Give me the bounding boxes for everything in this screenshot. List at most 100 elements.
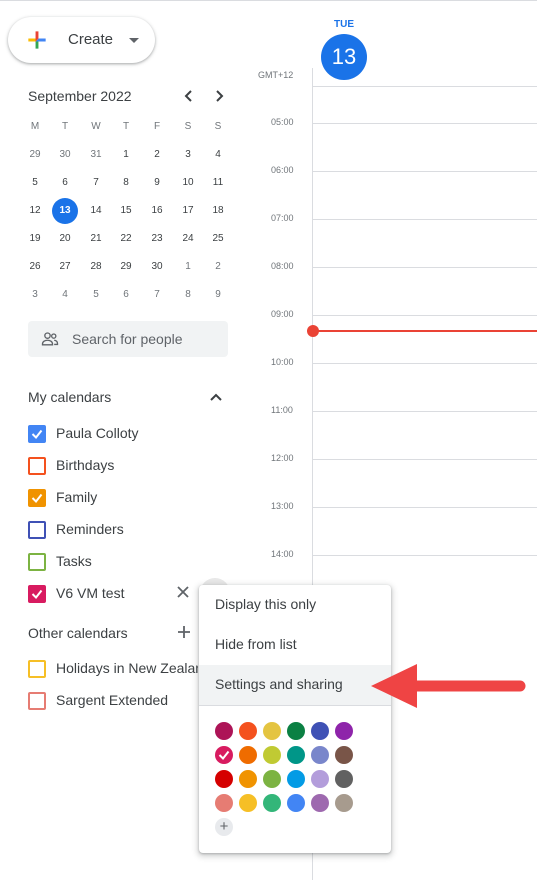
mini-calendar-day[interactable]: 2 — [144, 142, 170, 168]
color-swatch[interactable] — [287, 770, 305, 788]
color-swatch[interactable] — [215, 794, 233, 812]
color-swatch[interactable] — [215, 770, 233, 788]
my-calendars-heading[interactable]: My calendars — [28, 389, 111, 405]
calendar-list-item[interactable]: Paula Colloty — [28, 422, 228, 446]
mini-calendar-day[interactable]: 29 — [22, 142, 48, 168]
mini-calendar-day[interactable]: 6 — [113, 282, 139, 308]
mini-calendar-day[interactable]: 6 — [52, 170, 78, 196]
mini-calendar-day[interactable]: 8 — [113, 170, 139, 196]
color-swatch[interactable] — [335, 746, 353, 764]
mini-calendar-day[interactable]: 18 — [205, 198, 231, 224]
mini-calendar-day[interactable]: 26 — [22, 254, 48, 280]
menu-settings-and-sharing[interactable]: Settings and sharing — [199, 665, 391, 705]
mini-calendar-day[interactable]: 8 — [175, 282, 201, 308]
mini-calendar-day[interactable]: 1 — [113, 142, 139, 168]
color-swatch[interactable] — [239, 722, 257, 740]
add-icon[interactable] — [176, 624, 192, 640]
calendar-checkbox[interactable] — [28, 660, 46, 678]
mini-calendar-day[interactable]: 3 — [22, 282, 48, 308]
menu-display-only[interactable]: Display this only — [199, 585, 391, 625]
mini-calendar-day[interactable]: 15 — [113, 198, 139, 224]
color-swatch[interactable] — [287, 794, 305, 812]
mini-calendar-day[interactable]: 16 — [144, 198, 170, 224]
calendar-list-item[interactable]: Reminders — [28, 518, 228, 542]
mini-calendar-day[interactable]: 4 — [52, 282, 78, 308]
calendar-checkbox[interactable] — [28, 457, 46, 475]
mini-calendar-day[interactable]: 29 — [113, 254, 139, 280]
color-swatch[interactable] — [311, 746, 329, 764]
calendar-list-item[interactable]: Holidays in New Zealand — [28, 657, 228, 681]
mini-calendar-day[interactable]: 9 — [144, 170, 170, 196]
menu-divider — [199, 705, 391, 706]
mini-calendar-day[interactable]: 7 — [83, 170, 109, 196]
mini-calendar-day[interactable]: 7 — [144, 282, 170, 308]
calendar-checkbox[interactable] — [28, 692, 46, 710]
mini-calendar-day[interactable]: 12 — [22, 198, 48, 224]
next-month-button[interactable] — [209, 86, 229, 106]
color-swatch[interactable] — [239, 770, 257, 788]
mini-calendar-day[interactable]: 5 — [83, 282, 109, 308]
create-button[interactable]: Create — [8, 17, 155, 63]
calendar-checkbox[interactable] — [28, 425, 46, 443]
previous-month-button[interactable] — [179, 86, 199, 106]
color-swatch[interactable] — [215, 746, 233, 764]
mini-calendar-day[interactable]: 24 — [175, 226, 201, 252]
mini-calendar-day[interactable]: 17 — [175, 198, 201, 224]
mini-calendar-day[interactable]: 14 — [83, 198, 109, 224]
calendar-list-item[interactable]: Birthdays — [28, 454, 228, 478]
calendar-list-item[interactable]: V6 VM test — [28, 582, 228, 606]
calendar-checkbox[interactable] — [28, 489, 46, 507]
menu-hide-from-list[interactable]: Hide from list — [199, 625, 391, 665]
chevron-down-icon[interactable] — [129, 38, 139, 43]
color-swatch[interactable] — [263, 794, 281, 812]
color-swatch[interactable] — [335, 770, 353, 788]
mini-calendar-day[interactable]: 11 — [205, 170, 231, 196]
add-custom-color-button[interactable]: + — [215, 818, 233, 836]
color-swatch[interactable] — [263, 770, 281, 788]
mini-calendar-day[interactable]: 21 — [83, 226, 109, 252]
color-swatch[interactable] — [287, 746, 305, 764]
mini-calendar-day[interactable]: 23 — [144, 226, 170, 252]
mini-calendar-day[interactable]: 2 — [205, 254, 231, 280]
other-calendars-heading[interactable]: Other calendars — [28, 625, 128, 641]
close-icon[interactable] — [176, 585, 190, 599]
mini-calendar-day[interactable]: 27 — [52, 254, 78, 280]
calendar-checkbox[interactable] — [28, 521, 46, 539]
calendar-checkbox[interactable] — [28, 553, 46, 571]
mini-calendar-day[interactable]: 4 — [205, 142, 231, 168]
mini-calendar-day[interactable]: 1 — [175, 254, 201, 280]
day-date-button[interactable]: 13 — [321, 34, 367, 80]
calendar-list-item[interactable]: Sargent Extended — [28, 689, 228, 713]
color-swatch[interactable] — [311, 770, 329, 788]
mini-calendar-day[interactable]: 28 — [83, 254, 109, 280]
search-people-input[interactable]: Search for people — [28, 321, 228, 357]
calendar-list-item[interactable]: Tasks — [28, 550, 228, 574]
color-swatch[interactable] — [263, 746, 281, 764]
mini-calendar-day[interactable]: 9 — [205, 282, 231, 308]
mini-calendar-day[interactable]: 19 — [22, 226, 48, 252]
color-swatch[interactable] — [239, 746, 257, 764]
color-swatch[interactable] — [263, 722, 281, 740]
chevron-up-icon[interactable] — [208, 389, 224, 405]
color-swatch[interactable] — [311, 794, 329, 812]
hour-label: 09:00 — [271, 309, 294, 319]
calendar-list-item[interactable]: Family — [28, 486, 228, 510]
color-swatch[interactable] — [335, 722, 353, 740]
color-swatch[interactable] — [239, 794, 257, 812]
mini-calendar-day[interactable]: 30 — [144, 254, 170, 280]
calendar-checkbox[interactable] — [28, 585, 46, 603]
mini-calendar-day[interactable]: 5 — [22, 170, 48, 196]
color-swatch[interactable] — [335, 794, 353, 812]
mini-calendar-day[interactable]: 31 — [83, 142, 109, 168]
mini-calendar-day[interactable]: 22 — [113, 226, 139, 252]
color-swatch[interactable] — [287, 722, 305, 740]
mini-calendar-day[interactable]: 10 — [175, 170, 201, 196]
allday-divider — [312, 86, 537, 87]
mini-calendar-day[interactable]: 25 — [205, 226, 231, 252]
color-swatch[interactable] — [215, 722, 233, 740]
color-swatch[interactable] — [311, 722, 329, 740]
mini-calendar-day[interactable]: 20 — [52, 226, 78, 252]
mini-calendar-day[interactable]: 30 — [52, 142, 78, 168]
mini-calendar-day[interactable]: 3 — [175, 142, 201, 168]
mini-calendar-day[interactable]: 13 — [52, 198, 78, 224]
